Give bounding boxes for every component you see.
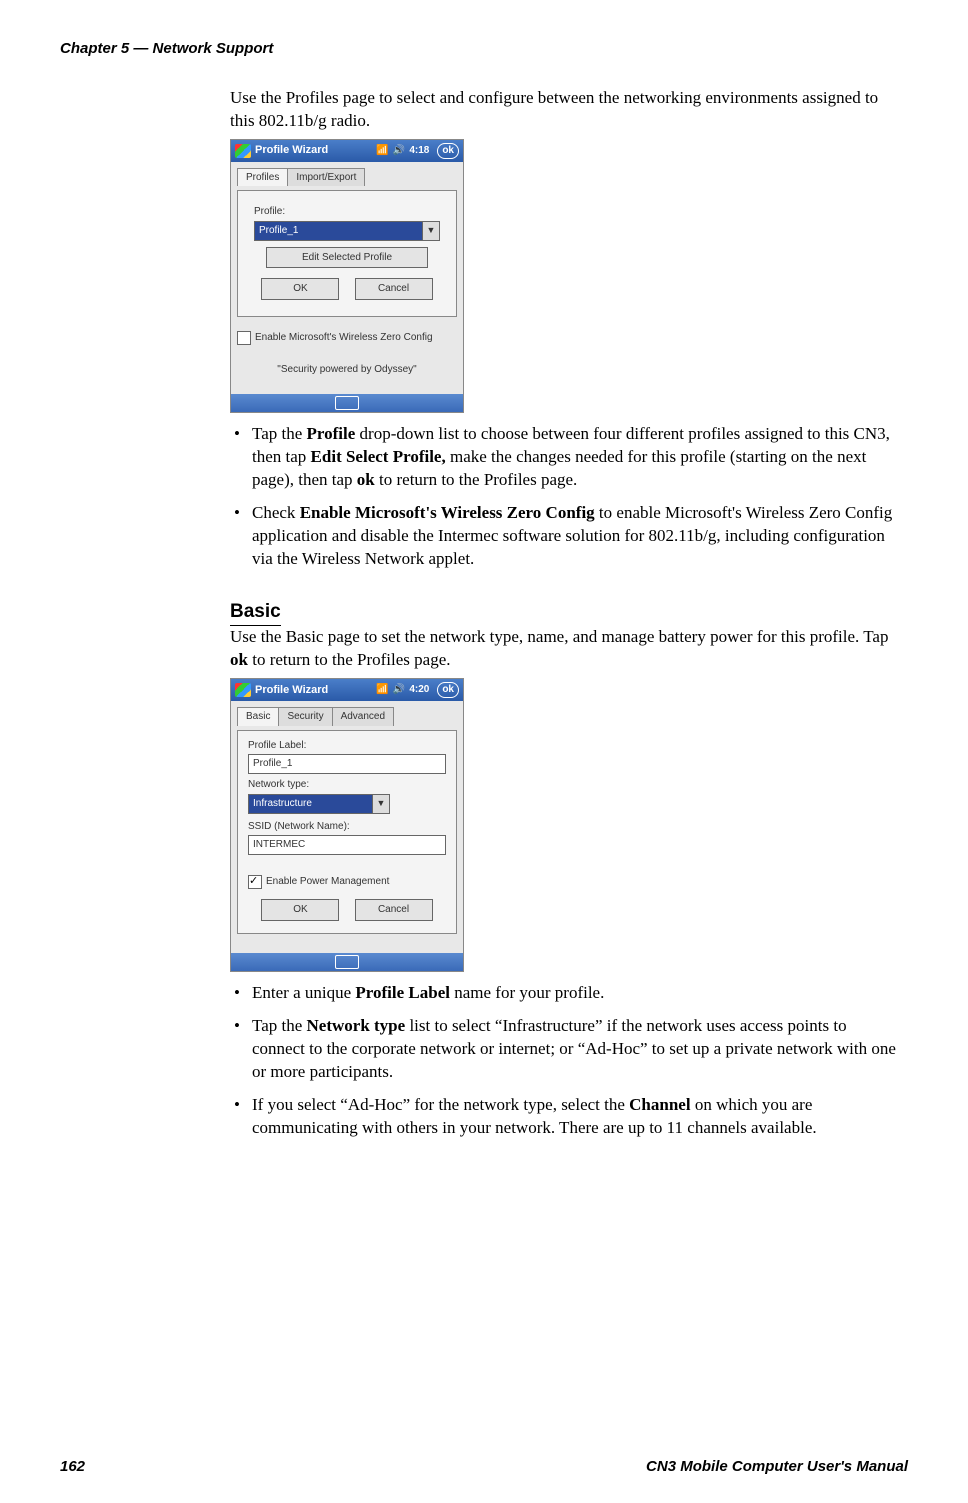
screenshot-profile-wizard-profiles: Profile Wizard 📶 🔊 4:18 ok Profiles Impo… [230, 139, 464, 413]
tab-basic[interactable]: Basic [237, 707, 279, 726]
network-type-dropdown[interactable]: Infrastructure ▼ [248, 794, 390, 814]
page-header: Chapter 5 — Network Support [60, 40, 908, 57]
intro-paragraph: Use the Profiles page to select and conf… [230, 87, 898, 133]
start-icon [235, 683, 251, 697]
page-number: 162 [60, 1458, 85, 1475]
odyssey-footer: "Security powered by Odyssey" [237, 363, 457, 377]
ok-button[interactable]: OK [261, 899, 339, 921]
enable-power-mgmt-checkbox[interactable] [248, 875, 262, 889]
enable-zero-config-checkbox[interactable] [237, 331, 251, 345]
profile-label-lbl: Profile Label: [248, 739, 446, 753]
list-item: If you select “Ad-Hoc” for the network t… [230, 1094, 898, 1140]
enable-zero-config-label: Enable Microsoft's Wireless Zero Config [255, 331, 433, 345]
edit-selected-profile-button[interactable]: Edit Selected Profile [266, 247, 428, 269]
tab-import-export[interactable]: Import/Export [287, 168, 365, 187]
keyboard-icon[interactable] [335, 396, 359, 410]
network-type-value: Infrastructure [249, 795, 372, 813]
titlebar: Profile Wizard 📶 🔊 4:18 ok [231, 140, 463, 162]
sip-bar [231, 953, 463, 971]
profile-dropdown[interactable]: Profile_1 ▼ [254, 221, 440, 241]
volume-icon: 🔊 [393, 144, 405, 158]
ssid-input[interactable]: INTERMEC [248, 835, 446, 855]
system-tray: 📶 🔊 4:18 ok [376, 143, 459, 159]
window-title: Profile Wizard [255, 143, 376, 158]
list-item: Check Enable Microsoft's Wireless Zero C… [230, 502, 898, 571]
basic-heading: Basic [230, 599, 281, 627]
tab-security[interactable]: Security [278, 707, 332, 726]
start-icon [235, 144, 251, 158]
profile-dropdown-value: Profile_1 [255, 222, 422, 240]
basic-paragraph: Use the Basic page to set the network ty… [230, 626, 898, 672]
signal-icon: 📶 [376, 683, 388, 697]
ok-button[interactable]: OK [261, 278, 339, 300]
window-title: Profile Wizard [255, 683, 376, 698]
profile-label-input[interactable]: Profile_1 [248, 754, 446, 774]
cancel-button[interactable]: Cancel [355, 278, 433, 300]
clock: 4:20 [409, 683, 429, 697]
profile-label: Profile: [254, 205, 440, 219]
tab-profiles[interactable]: Profiles [237, 168, 288, 187]
list-item: Tap the Network type list to select “Inf… [230, 1015, 898, 1084]
list-item: Enter a unique Profile Label name for yo… [230, 982, 898, 1005]
screenshot-profile-wizard-basic: Profile Wizard 📶 🔊 4:20 ok Basic Securit… [230, 678, 464, 972]
ok-softkey[interactable]: ok [437, 682, 459, 698]
keyboard-icon[interactable] [335, 955, 359, 969]
network-type-lbl: Network type: [248, 778, 446, 792]
ok-softkey[interactable]: ok [437, 143, 459, 159]
titlebar: Profile Wizard 📶 🔊 4:20 ok [231, 679, 463, 701]
list-item: Tap the Profile drop-down list to choose… [230, 423, 898, 492]
manual-title: CN3 Mobile Computer User's Manual [646, 1458, 908, 1475]
volume-icon: 🔊 [393, 683, 405, 697]
enable-power-mgmt-label: Enable Power Management [266, 875, 389, 889]
sip-bar [231, 394, 463, 412]
cancel-button[interactable]: Cancel [355, 899, 433, 921]
chevron-down-icon: ▼ [422, 222, 439, 240]
system-tray: 📶 🔊 4:20 ok [376, 682, 459, 698]
chevron-down-icon: ▼ [372, 795, 389, 813]
clock: 4:18 [409, 144, 429, 158]
signal-icon: 📶 [376, 144, 388, 158]
ssid-lbl: SSID (Network Name): [248, 820, 446, 834]
tab-advanced[interactable]: Advanced [332, 707, 394, 726]
